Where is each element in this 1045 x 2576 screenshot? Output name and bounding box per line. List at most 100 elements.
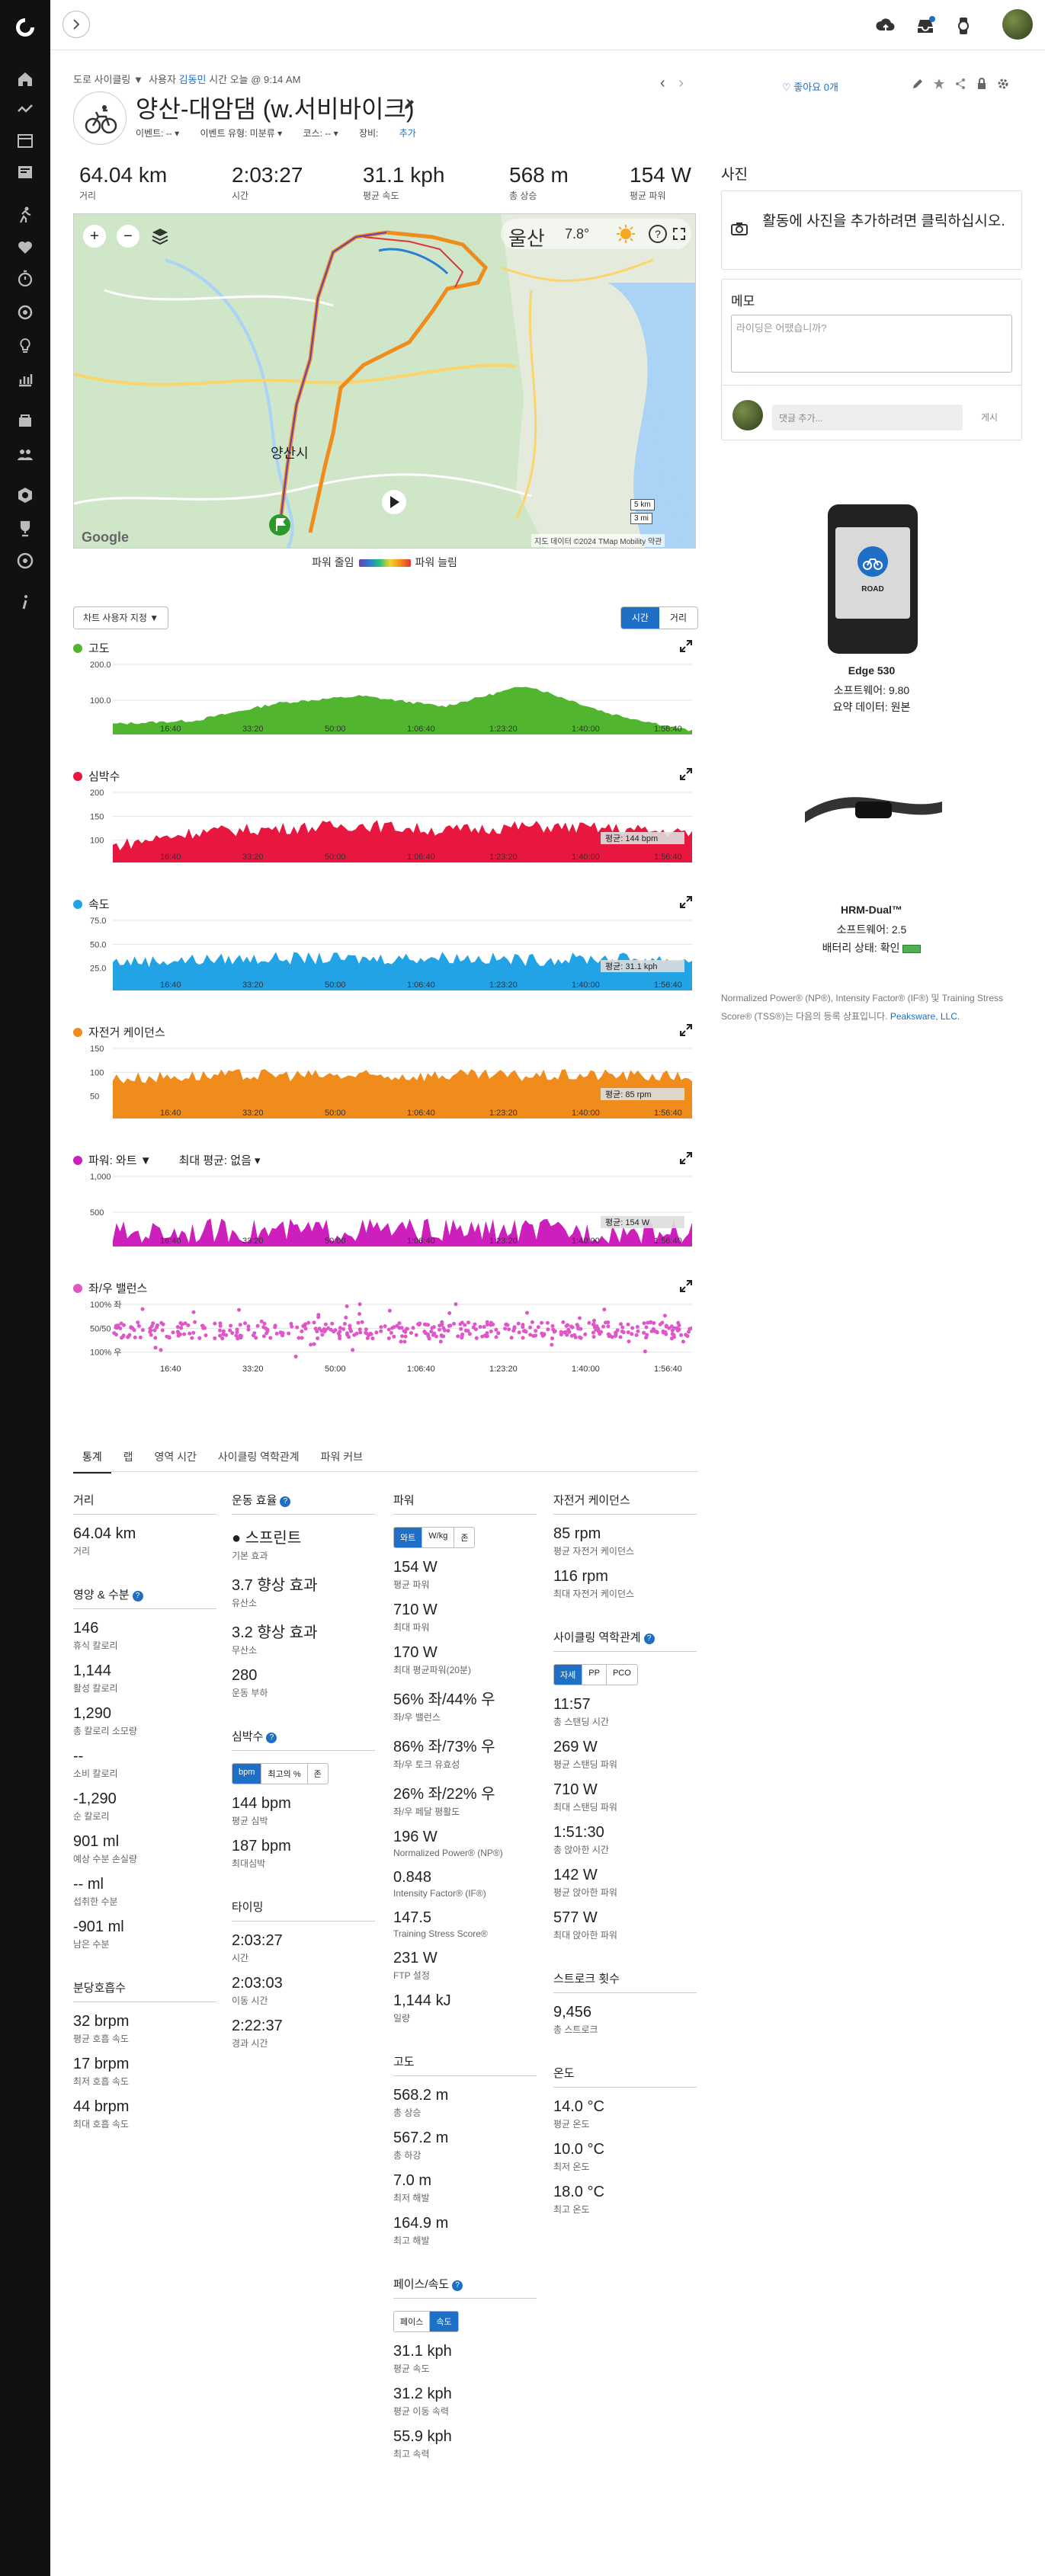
tab-zone-time[interactable]: 영역 시간 [145, 1442, 205, 1472]
zoom-in-button[interactable]: + [83, 225, 106, 248]
activity-title[interactable]: 양산-대암댐 (w.서비바이크) [136, 90, 415, 125]
map-help-button[interactable]: ? [649, 225, 667, 243]
help-icon[interactable]: ? [266, 1733, 277, 1743]
post-comment-button[interactable]: 게시 [981, 411, 998, 424]
challenges-trophy-icon[interactable] [16, 520, 34, 538]
garmin-connect-logo[interactable] [13, 15, 37, 40]
unit-toggle-option[interactable]: 최고의 % [261, 1764, 308, 1784]
chart-plot[interactable]: 200.0 100.0 16:40 33:20 50:00 1:06:40 1:23:20 1… [90, 657, 692, 751]
unit-toggle-option[interactable]: PCO [607, 1665, 637, 1685]
lock-icon[interactable] [976, 78, 988, 90]
route-map[interactable]: 양산시 + − 울산 7.8° ? 5 km 3 mi 지도 데이터 ©2024… [73, 213, 696, 549]
balance-point [287, 1331, 291, 1336]
chart-plot[interactable]: 200 150 100 16:40 33:20 50:00 1:06:40 1:23:20 1:… [90, 785, 692, 879]
help-icon[interactable]: ? [132, 1591, 143, 1602]
tab-cycling-dynamics[interactable]: 사이클링 역학관계 [209, 1442, 309, 1472]
balance-point [405, 1326, 409, 1331]
calendar-icon[interactable] [16, 131, 34, 149]
unit-toggle-option[interactable]: W/kg [422, 1528, 455, 1547]
course-dropdown[interactable]: 코스: -- ▾ [303, 128, 338, 139]
connections-icon[interactable] [16, 445, 34, 463]
unit-toggle-option[interactable]: 와트 [394, 1528, 423, 1547]
like-button[interactable]: ♡ 좋아요 0개 [782, 79, 838, 94]
expand-chart-icon[interactable] [680, 768, 692, 780]
star-icon[interactable] [933, 78, 945, 90]
coach-icon[interactable] [16, 552, 34, 570]
home-icon[interactable] [16, 70, 34, 88]
max-average-dropdown[interactable]: 최대 평균: 없음 ▾ [179, 1154, 261, 1167]
insights-icon[interactable] [16, 337, 34, 355]
info-icon[interactable] [16, 593, 34, 611]
profile-avatar[interactable] [1002, 9, 1033, 40]
unit-toggle-option[interactable]: 페이스 [394, 2312, 431, 2331]
map-fullscreen-icon[interactable] [673, 228, 685, 240]
prev-activity-button[interactable]: ‹ [660, 75, 665, 91]
settings-gear-icon[interactable] [997, 78, 1009, 90]
tab-laps[interactable]: 랩 [114, 1442, 143, 1472]
activity-type-dropdown[interactable]: 도로 사이클링 ▼ [73, 74, 143, 85]
badges-icon[interactable] [16, 486, 34, 504]
next-activity-button[interactable]: › [678, 75, 684, 91]
stopwatch-icon[interactable] [16, 270, 34, 288]
chart-plot[interactable]: 150 100 50 16:40 33:20 50:00 1:06:40 1:23:20 1:4… [90, 1041, 692, 1135]
comment-input[interactable]: 댓글 추가... [772, 405, 963, 430]
add-photo-panel[interactable]: 활동에 사진을 추가하려면 클릭하십시오. [721, 190, 1022, 270]
upload-icon[interactable] [875, 15, 896, 37]
summary-value: 31.1 kph [363, 163, 445, 187]
event-type-dropdown[interactable]: 이벤트 유형: 미분류 ▾ [200, 128, 282, 139]
memo-textarea[interactable]: 라이딩은 어땠습니까? [731, 315, 1012, 373]
chart-name: 좌/우 밸런스 [88, 1282, 148, 1295]
balance-point [235, 1327, 239, 1332]
device1-name[interactable]: Edge 530 [721, 664, 1022, 677]
chart-plot[interactable]: 75.0 50.0 25.0 16:40 33:20 50:00 1:06:40 1:23:2… [90, 913, 692, 1007]
chart-plot[interactable]: 1,000 500 16:40 33:20 50:00 1:06:40 1:23:20 1:4… [90, 1169, 692, 1263]
health-icon[interactable] [16, 238, 34, 256]
gear-devices-icon[interactable] [16, 303, 34, 322]
chart-name[interactable]: 파워: 와트 ▼ [88, 1154, 152, 1167]
unit-toggle-option[interactable]: bpm [232, 1764, 262, 1784]
expand-chart-icon[interactable] [680, 896, 692, 908]
tab-stats[interactable]: 통계 [73, 1442, 111, 1474]
inbox-icon[interactable] [915, 15, 936, 37]
chart-plot[interactable]: 100% 좌 50/50 100% 우 16:40 33:20 50:00 1:06:40 1… [90, 1297, 692, 1391]
device2-name[interactable]: HRM-Dual™ [721, 904, 1022, 916]
edit-icon[interactable] [912, 78, 924, 90]
trend-icon[interactable] [16, 101, 34, 119]
news-icon[interactable] [16, 163, 34, 181]
unit-toggle-option[interactable]: PP [582, 1665, 607, 1685]
watch-icon[interactable] [953, 15, 974, 37]
help-icon[interactable]: ? [280, 1496, 291, 1507]
add-gear-link[interactable]: 추가 [399, 128, 416, 139]
share-icon[interactable] [954, 78, 966, 90]
map-attribution[interactable]: 지도 데이터 ©2024 TMap Mobility 약관 [531, 534, 665, 547]
balance-point [149, 1328, 153, 1333]
help-icon[interactable]: ? [452, 2280, 463, 2291]
time-axis-button[interactable]: 시간 [620, 607, 659, 629]
help-icon[interactable]: ? [643, 1634, 655, 1644]
edit-pencil-icon[interactable] [402, 98, 416, 111]
groups-icon[interactable] [16, 411, 34, 430]
customize-charts-button[interactable]: 차트 사용자 지정 ▼ [73, 606, 169, 629]
expand-sidebar-button[interactable] [63, 11, 90, 38]
reports-icon[interactable] [16, 370, 34, 389]
expand-chart-icon[interactable] [680, 1280, 692, 1292]
tab-power-curve[interactable]: 파워 커브 [312, 1442, 372, 1472]
unit-toggle-option[interactable]: 자세 [554, 1665, 583, 1685]
peaksware-link[interactable]: Peaksware, LLC. [890, 1011, 960, 1022]
unit-toggle-option[interactable]: 속도 [430, 2312, 458, 2331]
unit-toggle-option[interactable]: 존 [454, 1528, 474, 1547]
event-dropdown[interactable]: 이벤트: -- ▾ [136, 128, 179, 139]
unit-toggle-option[interactable]: 존 [308, 1764, 328, 1784]
layers-icon[interactable] [150, 226, 170, 246]
zoom-out-button[interactable]: − [117, 225, 139, 248]
balance-point [509, 1336, 514, 1340]
stat-label: 일량 [393, 2013, 411, 2024]
user-link[interactable]: 김동민 [179, 74, 207, 85]
distance-axis-button[interactable]: 거리 [659, 607, 697, 629]
activities-icon[interactable] [16, 206, 34, 224]
expand-chart-icon[interactable] [680, 1024, 692, 1036]
expand-chart-icon[interactable] [680, 640, 692, 652]
photos-heading: 사진 [721, 167, 748, 183]
expand-chart-icon[interactable] [680, 1152, 692, 1164]
road-cycling-icon[interactable] [73, 91, 127, 145]
